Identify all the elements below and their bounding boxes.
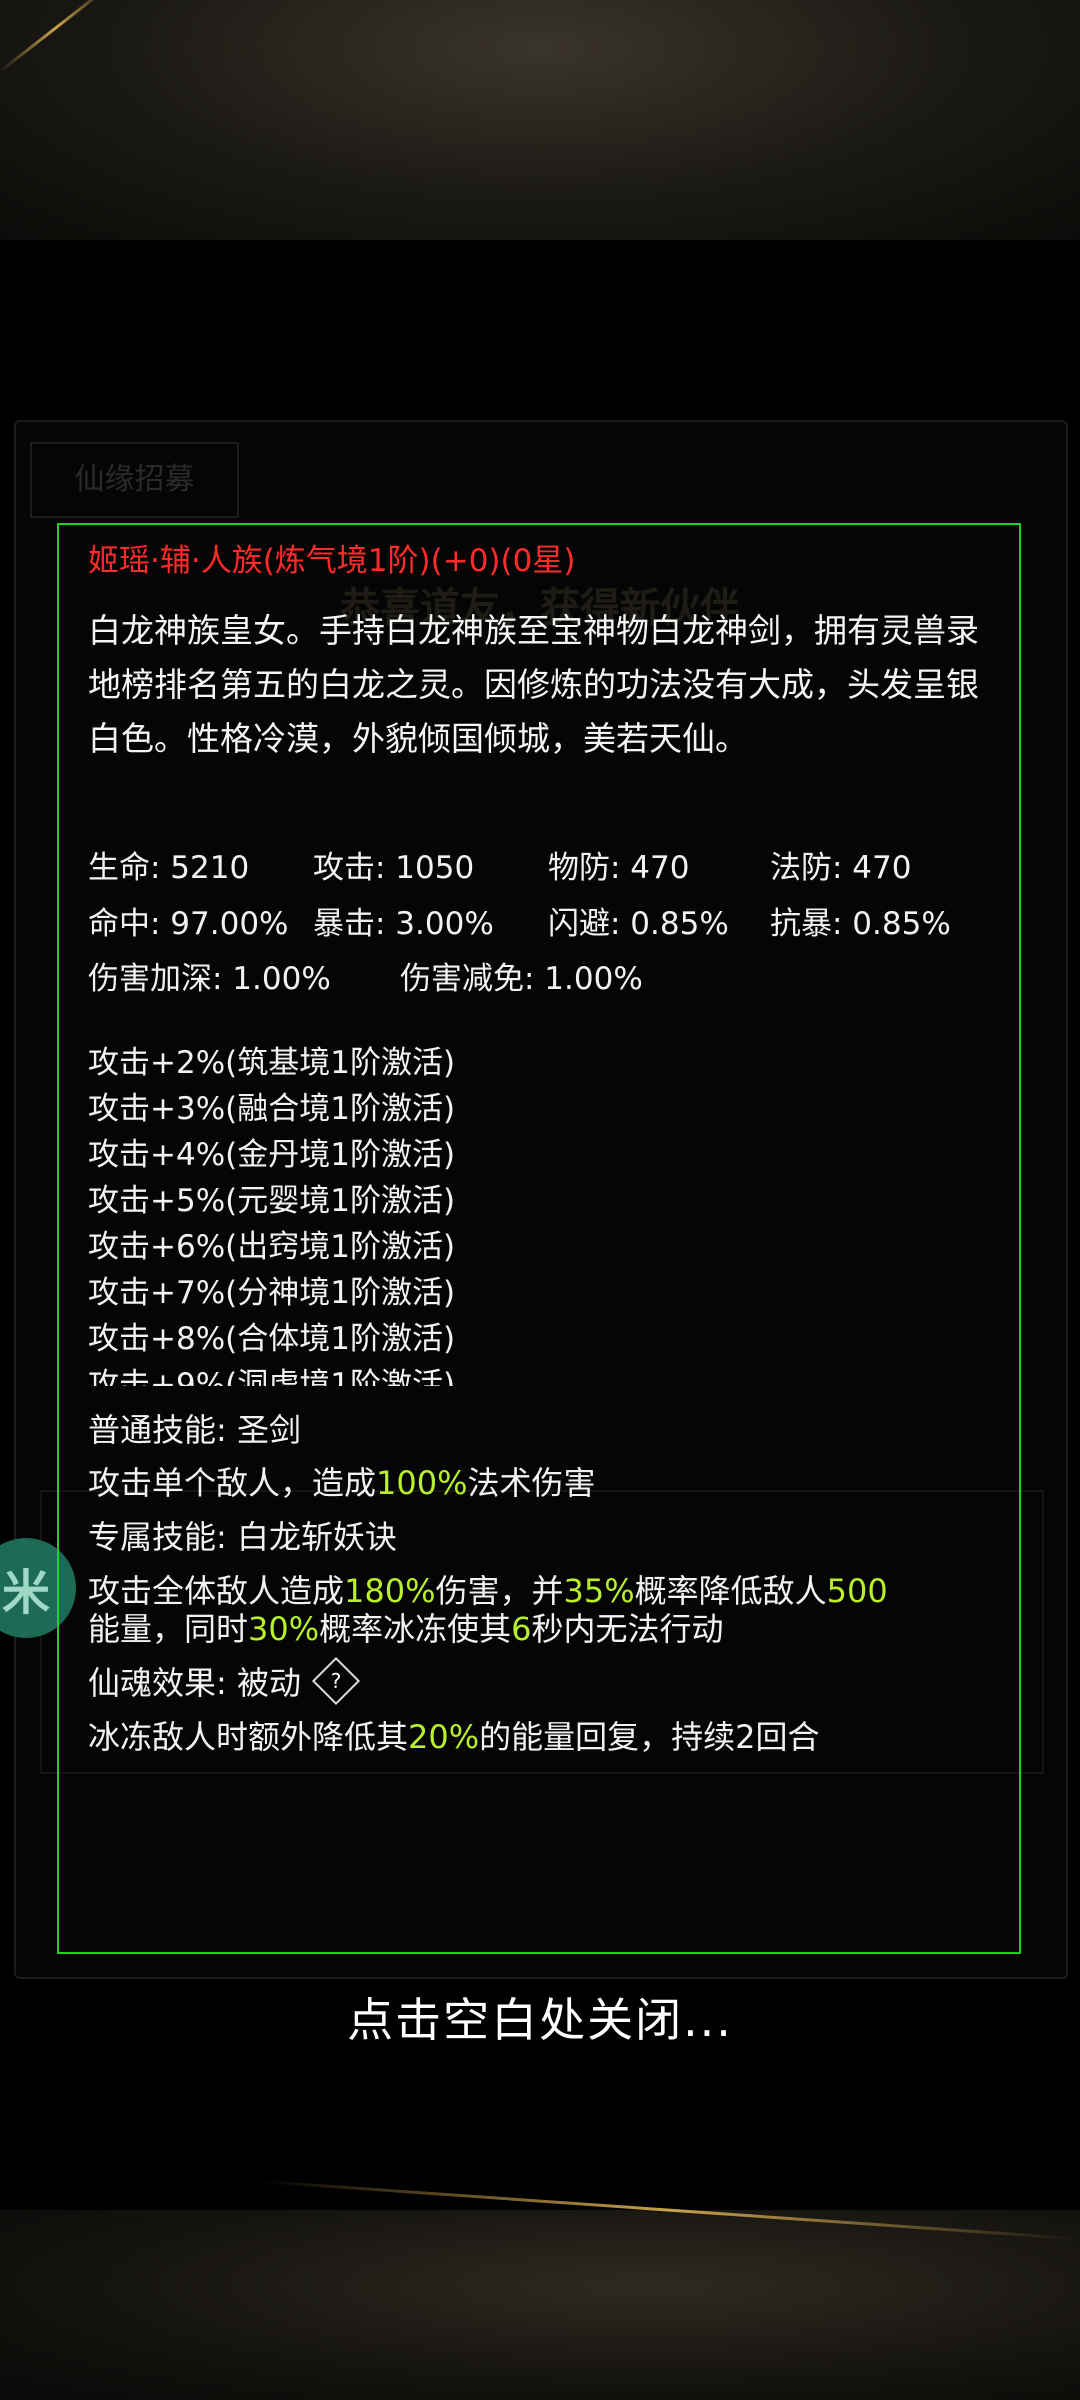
skill-text: 秒内无法行动 (531, 1610, 724, 1648)
list-item: 攻击+3%(融合境1阶激活) (88, 1091, 456, 1127)
stat-dmg-reduce: 伤害减免: 1.00% (400, 961, 643, 997)
skill-text: 能量，同时 (88, 1610, 249, 1648)
recruit-tab-dimmed: 仙缘招募 (30, 442, 239, 518)
skill-highlight: 20% (408, 1718, 480, 1756)
help-icon[interactable]: ? (311, 1656, 361, 1706)
stat-phys-def: 物防: 470 (548, 850, 690, 886)
skill-text: 攻击单个敌人，造成 (88, 1464, 377, 1502)
skill-highlight: 30% (248, 1610, 320, 1648)
stat-dmg-boost: 伤害加深: 1.00% (88, 961, 331, 997)
soul-effect-title: 仙魂效果: 被动? (88, 1656, 361, 1706)
skill-text: 冰冻敌人时额外降低其 (88, 1718, 409, 1756)
skill-text: 的能量回复，持续2回合 (479, 1718, 820, 1756)
exclusive-skill-title: 专属技能: 白龙斩妖诀 (88, 1518, 397, 1556)
close-hint[interactable]: 点击空白处关闭... (0, 1984, 1080, 2050)
list-item: 攻击+4%(金丹境1阶激活) (88, 1137, 456, 1173)
normal-skill-desc: 攻击单个敌人，造成100%法术伤害 (88, 1463, 596, 1503)
soul-effect-desc: 冰冻敌人时额外降低其20%的能量回复，持续2回合 (88, 1717, 820, 1757)
list-item: 攻击+6%(出窍境1阶激活) (88, 1229, 456, 1265)
stat-hit: 命中: 97.00% (88, 906, 289, 942)
realm-bonus-list[interactable]: 攻击+2%(筑基境1阶激活) 攻击+3%(融合境1阶激活) 攻击+4%(金丹境1… (88, 1040, 988, 1386)
skill-highlight: 100% (376, 1464, 468, 1502)
soul-effect-label: 仙魂效果: 被动 (88, 1664, 301, 1702)
skill-text: 概率冰冻使其 (319, 1610, 512, 1648)
skill-text: 概率降低敌人 (634, 1572, 827, 1610)
skill-highlight: 35% (563, 1572, 635, 1610)
stat-dodge: 闪避: 0.85% (548, 906, 729, 942)
background-art-bottom (0, 2210, 1080, 2400)
hero-name-line: 姬瑶·辅·人族(炼气境1阶)(+0)(0星) (88, 543, 576, 579)
list-item: 攻击+9%(洞虚境1阶激活) (88, 1367, 456, 1386)
help-icon-glyph: ? (330, 1669, 342, 1693)
exclusive-skill-desc-1: 攻击全体敌人造成180%伤害，并35%概率降低敌人500 (88, 1571, 888, 1611)
list-item: 攻击+7%(分神境1阶激活) (88, 1275, 456, 1311)
stat-attack: 攻击: 1050 (313, 850, 475, 886)
normal-skill-title: 普通技能: 圣剑 (88, 1411, 301, 1449)
skill-highlight: 6 (511, 1610, 532, 1648)
list-item: 攻击+2%(筑基境1阶激活) (88, 1045, 456, 1081)
skill-text: 攻击全体敌人造成 (88, 1572, 345, 1610)
stat-hp: 生命: 5210 (88, 850, 250, 886)
skill-highlight: 500 (826, 1572, 888, 1610)
hero-description: 白龙神族皇女。手持白龙神族至宝神物白龙神剑，拥有灵兽录地榜排名第五的白龙之灵。因… (88, 611, 979, 758)
skill-highlight: 180% (344, 1572, 436, 1610)
skill-text: 法术伤害 (467, 1464, 596, 1502)
stat-magic-def: 法防: 470 (770, 850, 912, 886)
background-art-top (0, 0, 1080, 240)
exclusive-skill-desc-2: 能量，同时30%概率冰冻使其6秒内无法行动 (88, 1609, 724, 1649)
list-item: 攻击+8%(合体境1阶激活) (88, 1321, 456, 1357)
stat-anti-crit: 抗暴: 0.85% (770, 906, 951, 942)
skill-text: 伤害，并 (435, 1572, 564, 1610)
list-item: 攻击+5%(元婴境1阶激活) (88, 1183, 456, 1219)
stat-crit: 暴击: 3.00% (313, 906, 494, 942)
